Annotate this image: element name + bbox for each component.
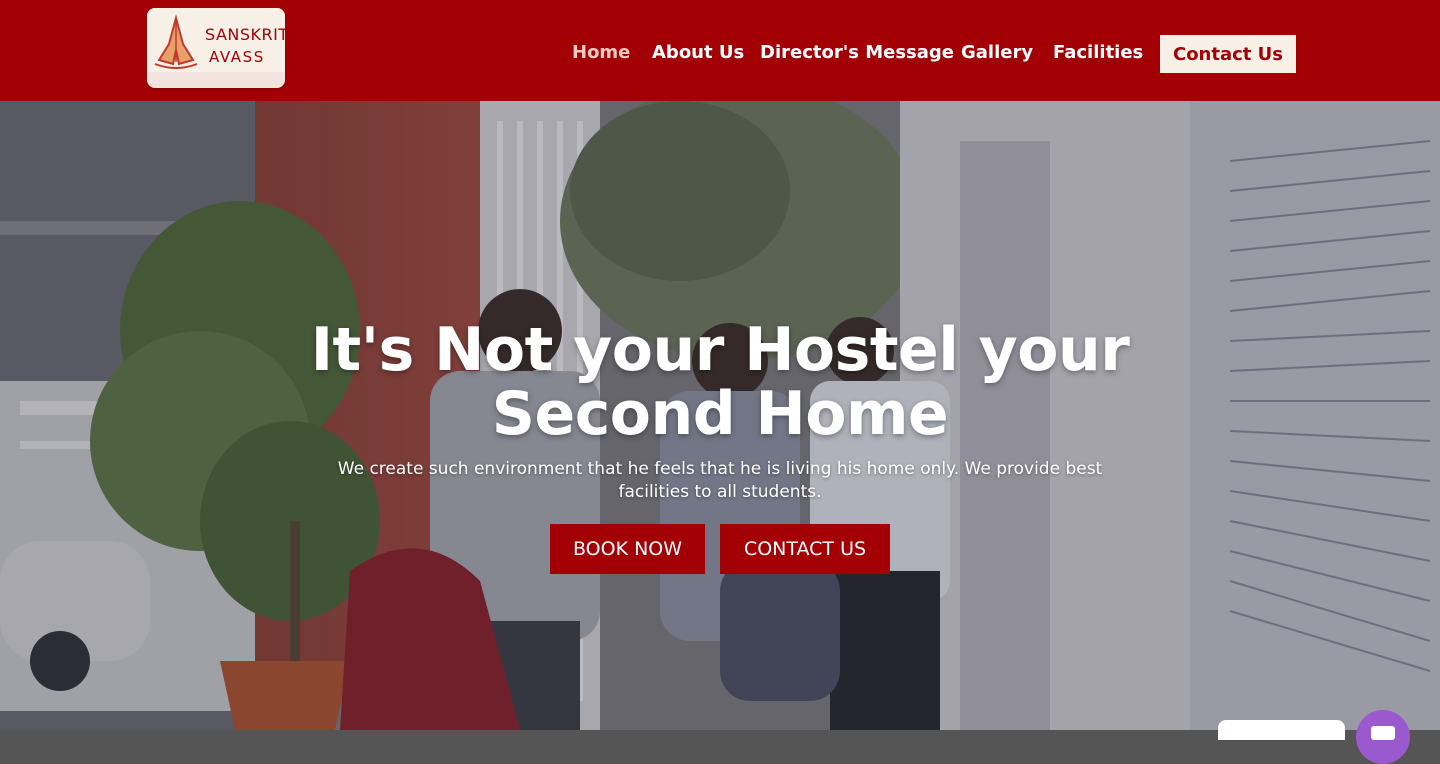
- logo[interactable]: SANSKRITI AVASS: [147, 8, 285, 88]
- namaste-hands-icon: [154, 14, 198, 69]
- book-now-button[interactable]: BOOK NOW: [550, 524, 705, 574]
- site-header: SANSKRITI AVASS Home About Us Director's…: [0, 0, 1440, 101]
- header-contact-button[interactable]: Contact Us: [1160, 35, 1296, 73]
- nav-directors-message[interactable]: Director's Message: [760, 42, 954, 66]
- logo-text-secondary: AVASS: [209, 48, 265, 66]
- contact-us-button[interactable]: CONTACT US: [720, 524, 890, 574]
- chat-icon[interactable]: [1356, 710, 1410, 764]
- hero-headline-line2: Second Home: [491, 379, 949, 449]
- nav-about-us[interactable]: About Us: [652, 42, 744, 66]
- hero-headline: It's Not your Hostel your Second Home: [220, 318, 1220, 446]
- chat-widget-tab[interactable]: [1218, 720, 1345, 740]
- nav-home[interactable]: Home: [572, 42, 630, 66]
- nav-gallery[interactable]: Gallery: [961, 42, 1033, 66]
- logo-text-primary: SANSKRITI: [205, 25, 285, 44]
- hero-subtitle: We create such environment that he feels…: [337, 459, 1103, 502]
- hero-headline-line1: It's Not your Hostel your: [310, 315, 1130, 385]
- nav-facilities[interactable]: Facilities: [1053, 42, 1143, 66]
